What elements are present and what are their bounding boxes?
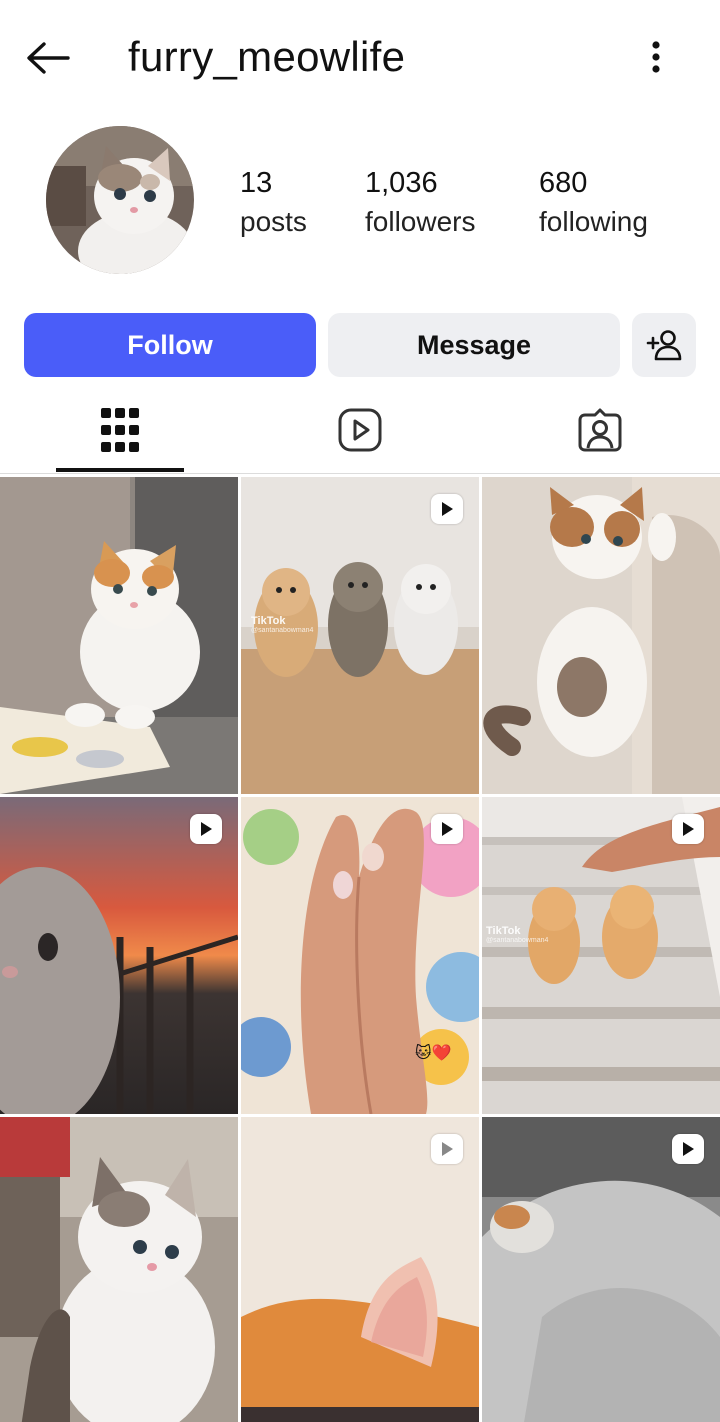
- kitten-avatar: [46, 126, 194, 274]
- post-thumbnail[interactable]: TikTok @santanabowman4: [482, 797, 720, 1114]
- profile-tabs: [0, 388, 720, 474]
- post-thumbnail[interactable]: [0, 797, 238, 1114]
- post-thumbnail[interactable]: [0, 1117, 238, 1422]
- post-thumbnail[interactable]: [0, 477, 238, 794]
- active-tab-indicator: [56, 468, 184, 472]
- tab-grid[interactable]: [56, 388, 184, 472]
- back-button[interactable]: [22, 36, 74, 80]
- followers-count: 1,036: [365, 167, 438, 199]
- play-icon: [201, 822, 212, 836]
- top-bar: furry_meowlife: [0, 0, 720, 115]
- more-options-button[interactable]: [636, 34, 676, 80]
- post-thumbnail[interactable]: [241, 1117, 479, 1422]
- reel-badge: [431, 1134, 463, 1164]
- reel-badge: [190, 814, 222, 844]
- message-button[interactable]: Message: [328, 313, 620, 377]
- tab-tagged[interactable]: [536, 388, 664, 472]
- play-icon: [442, 502, 453, 516]
- play-icon: [683, 822, 694, 836]
- add-user-button[interactable]: [632, 313, 696, 377]
- posts-label: posts: [240, 206, 307, 237]
- add-user-icon: [646, 330, 682, 361]
- grid-icon: [101, 408, 139, 452]
- profile-username: furry_meowlife: [128, 33, 406, 80]
- reel-badge: [431, 814, 463, 844]
- sunset-cat-photo: [0, 797, 238, 1114]
- tiktok-watermark: TikTok @santanabowman4: [251, 615, 314, 634]
- following-stat[interactable]: 680 following: [539, 166, 648, 239]
- reel-badge: [431, 494, 463, 524]
- reel-badge: [672, 814, 704, 844]
- profile-avatar[interactable]: [46, 126, 194, 274]
- following-label: following: [539, 206, 648, 237]
- follow-button[interactable]: Follow: [24, 313, 316, 377]
- posts-stat[interactable]: 13 posts: [240, 166, 307, 239]
- tiktok-watermark: TikTok @santanabowman4: [486, 925, 549, 944]
- play-icon: [442, 1142, 453, 1156]
- play-icon: [442, 822, 453, 836]
- post-thumbnail[interactable]: [482, 477, 720, 794]
- kittens-on-stairs-photo: [482, 797, 720, 1114]
- post-thumbnail[interactable]: [482, 1117, 720, 1422]
- following-count: 680: [539, 167, 588, 199]
- vertical-dots-icon: [652, 41, 660, 73]
- tabby-kitten-photo: [0, 1117, 238, 1422]
- reel-badge: [672, 1134, 704, 1164]
- followers-stat[interactable]: 1,036 followers: [365, 166, 475, 239]
- tab-reels[interactable]: [296, 388, 424, 472]
- play-icon: [683, 1142, 694, 1156]
- kitten-climbing-photo: [482, 477, 720, 794]
- tagged-icon: [578, 408, 622, 452]
- arrow-left-icon: [27, 42, 70, 74]
- three-kittens-photo: [241, 477, 479, 794]
- hands-photo: [241, 797, 479, 1114]
- followers-label: followers: [365, 206, 476, 237]
- reels-icon: [338, 408, 382, 452]
- post-thumbnail[interactable]: 🐱❤️: [241, 797, 479, 1114]
- post-thumbnail[interactable]: TikTok @santanabowman4: [241, 477, 479, 794]
- post-emoji: 🐱❤️: [415, 1043, 452, 1062]
- posts-count: 13: [240, 167, 273, 199]
- kitten-photo: [0, 477, 238, 794]
